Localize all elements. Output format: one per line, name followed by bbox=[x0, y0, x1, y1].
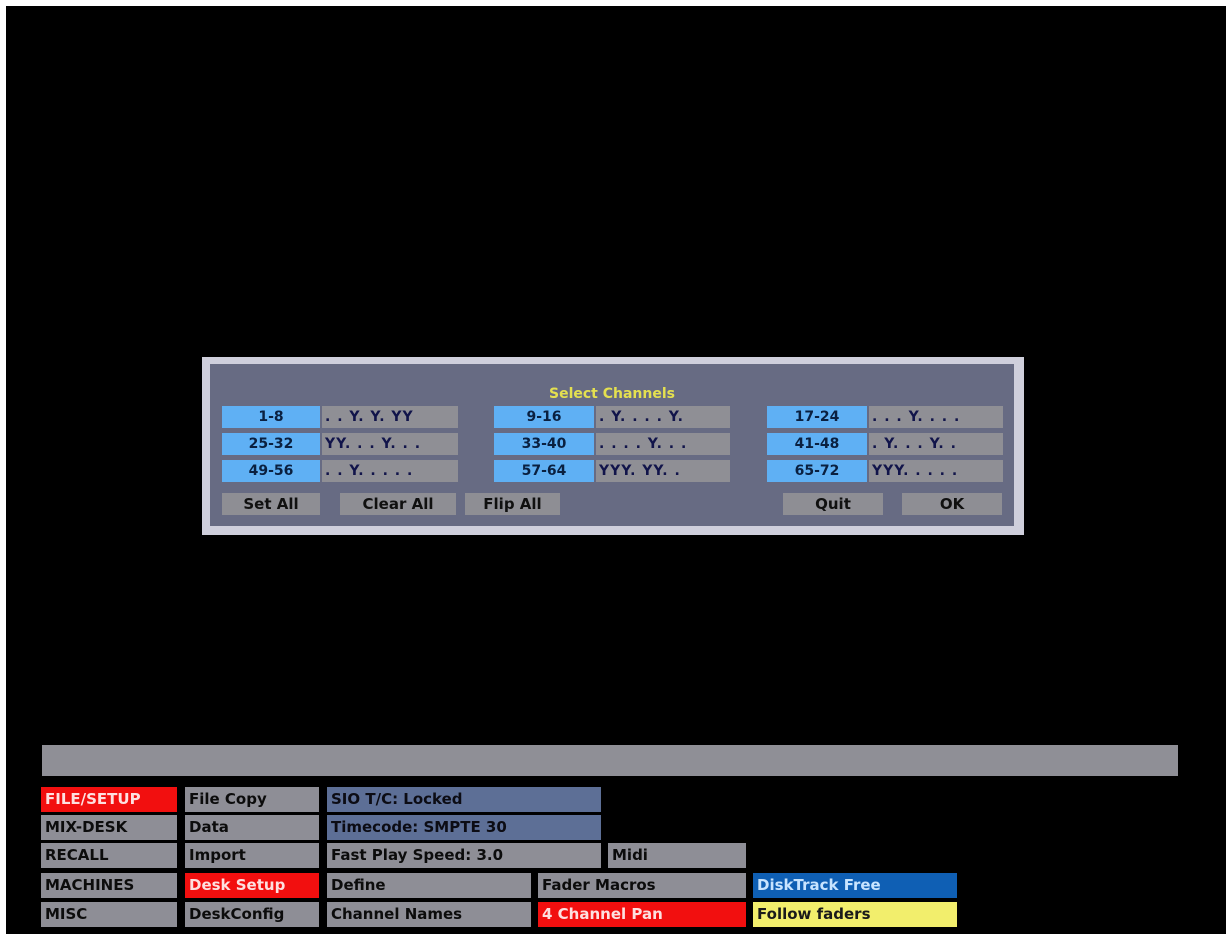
set-all-button[interactable]: Set All bbox=[222, 493, 320, 515]
sio-tc-status: SIO T/C: Locked bbox=[327, 787, 601, 812]
menu-define[interactable]: Define bbox=[327, 873, 531, 898]
range-label-41-48: 41-48 bbox=[767, 433, 867, 455]
range-label-9-16: 9-16 bbox=[494, 406, 594, 428]
channel-toggle-49-56[interactable]: . . Y. . . . . bbox=[322, 460, 458, 482]
follow-faders-toggle[interactable]: Follow faders bbox=[753, 902, 957, 927]
menu-recall[interactable]: RECALL bbox=[41, 843, 177, 868]
channel-toggle-17-24[interactable]: . . . Y. . . . bbox=[869, 406, 1003, 428]
disktrack-free-status: DiskTrack Free bbox=[753, 873, 957, 898]
menu-machines[interactable]: MACHINES bbox=[41, 873, 177, 898]
menu-mix-desk[interactable]: MIX-DESK bbox=[41, 815, 177, 840]
channel-toggle-65-72[interactable]: YYY. . . . . bbox=[869, 460, 1003, 482]
range-label-1-8: 1-8 bbox=[222, 406, 320, 428]
menu-desk-setup[interactable]: Desk Setup bbox=[185, 873, 319, 898]
channel-toggle-33-40[interactable]: . . . . Y. . . bbox=[596, 433, 730, 455]
menu-data[interactable]: Data bbox=[185, 815, 319, 840]
clear-all-button[interactable]: Clear All bbox=[340, 493, 456, 515]
menu-misc[interactable]: MISC bbox=[41, 902, 177, 927]
menu-midi[interactable]: Midi bbox=[608, 843, 746, 868]
select-channels-dialog: Select Channels 1-8 . . Y. Y. YY 9-16 . … bbox=[202, 357, 1024, 535]
quit-button[interactable]: Quit bbox=[783, 493, 883, 515]
range-label-25-32: 25-32 bbox=[222, 433, 320, 455]
range-label-57-64: 57-64 bbox=[494, 460, 594, 482]
flip-all-button[interactable]: Flip All bbox=[465, 493, 560, 515]
channel-toggle-41-48[interactable]: . Y. . . Y. . bbox=[869, 433, 1003, 455]
menu-channel-names[interactable]: Channel Names bbox=[327, 902, 531, 927]
dialog-title: Select Channels bbox=[549, 386, 675, 402]
range-label-17-24: 17-24 bbox=[767, 406, 867, 428]
range-label-49-56: 49-56 bbox=[222, 460, 320, 482]
menu-file-setup[interactable]: FILE/SETUP bbox=[41, 787, 177, 812]
range-label-65-72: 65-72 bbox=[767, 460, 867, 482]
channel-toggle-1-8[interactable]: . . Y. Y. YY bbox=[322, 406, 458, 428]
status-bar bbox=[42, 745, 1178, 776]
menu-fader-macros[interactable]: Fader Macros bbox=[538, 873, 746, 898]
ok-button[interactable]: OK bbox=[902, 493, 1002, 515]
menu-4-channel-pan[interactable]: 4 Channel Pan bbox=[538, 902, 746, 927]
timecode-status: Timecode: SMPTE 30 bbox=[327, 815, 601, 840]
fast-play-speed[interactable]: Fast Play Speed: 3.0 bbox=[327, 843, 601, 868]
dialog-body: Select Channels 1-8 . . Y. Y. YY 9-16 . … bbox=[210, 364, 1014, 526]
channel-toggle-57-64[interactable]: YYY. YY. . bbox=[596, 460, 730, 482]
menu-file-copy[interactable]: File Copy bbox=[185, 787, 319, 812]
menu-deskconfig[interactable]: DeskConfig bbox=[185, 902, 319, 927]
channel-toggle-25-32[interactable]: YY. . . Y. . . bbox=[322, 433, 458, 455]
range-label-33-40: 33-40 bbox=[494, 433, 594, 455]
menu-import[interactable]: Import bbox=[185, 843, 319, 868]
channel-toggle-9-16[interactable]: . Y. . . . Y. bbox=[596, 406, 730, 428]
